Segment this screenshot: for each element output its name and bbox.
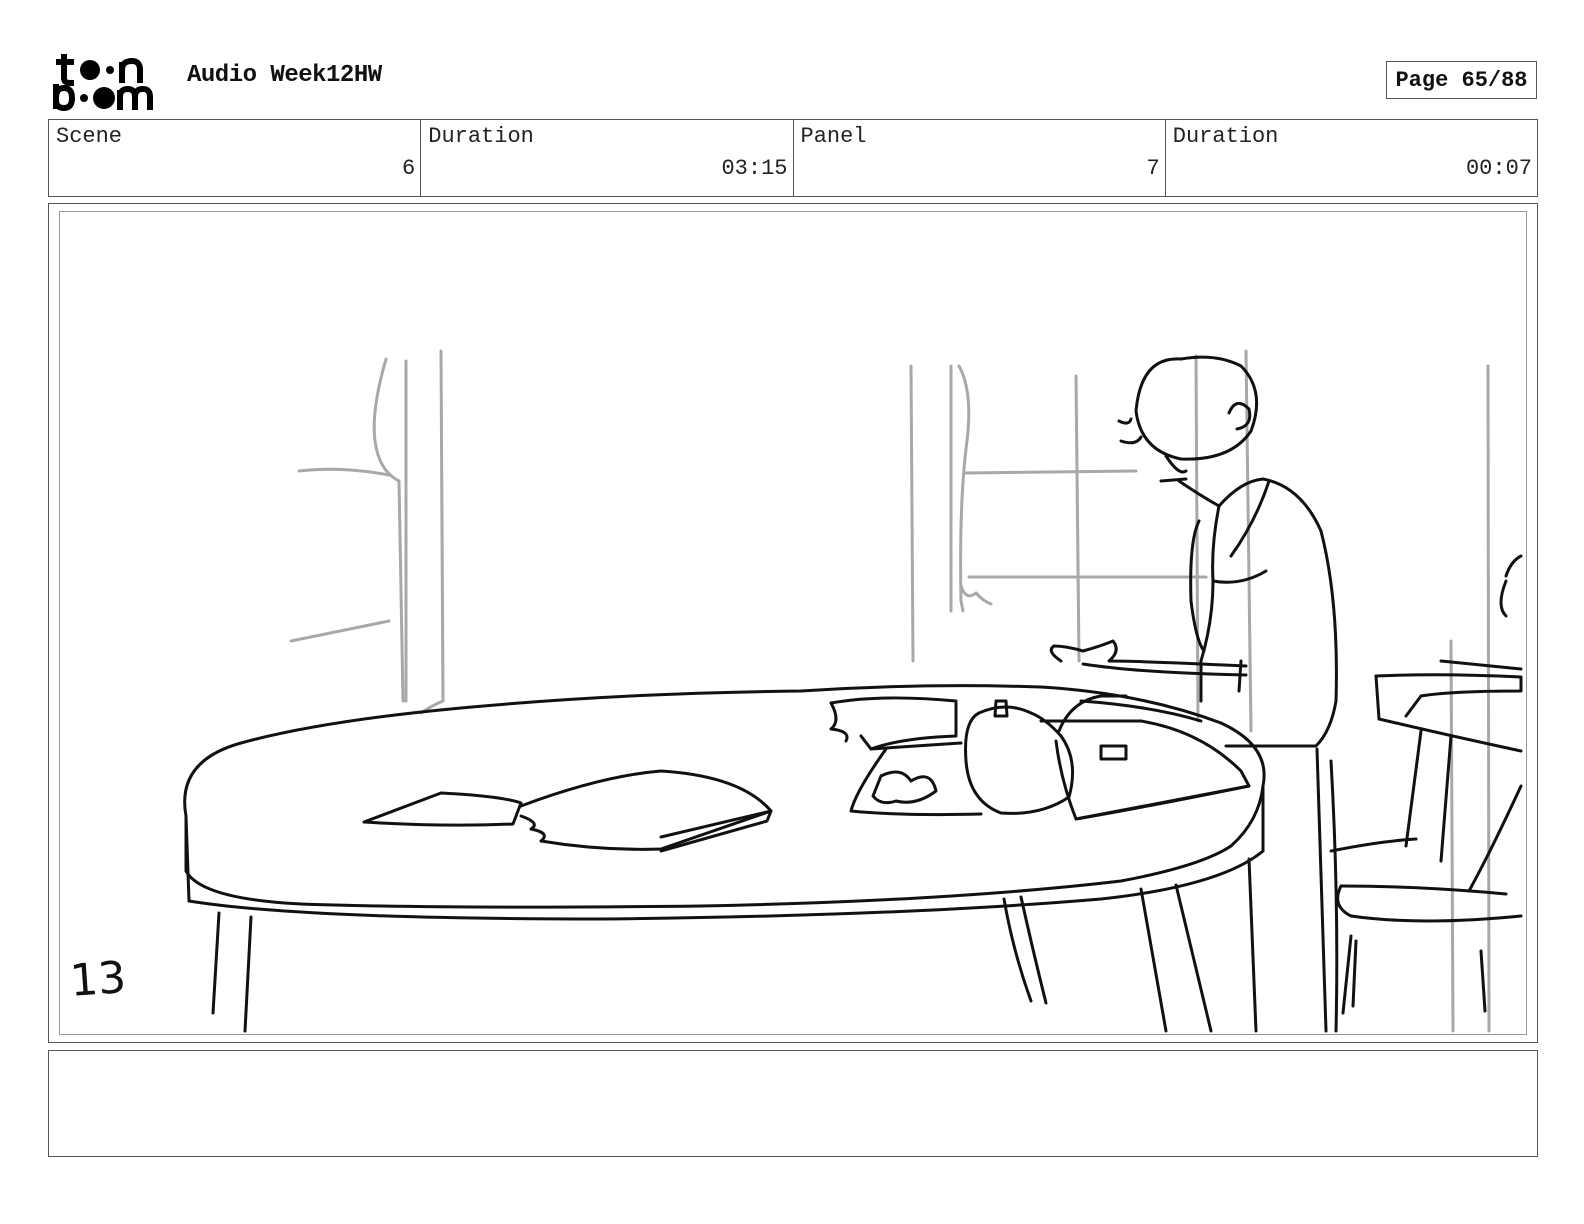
page-indicator: Page 65/88: [1386, 61, 1537, 99]
scene-duration-cell: Duration 03:15: [421, 120, 794, 196]
project-title: Audio Week12HW: [187, 62, 382, 89]
scene-cell: Scene 6: [49, 120, 422, 196]
toonboom-logo: [53, 54, 153, 112]
panel-image: 13: [59, 211, 1527, 1035]
scene-duration-label: Duration: [428, 124, 534, 149]
scene-label: Scene: [56, 124, 123, 149]
scene-duration-value: 03:15: [721, 156, 788, 181]
panel-duration-label: Duration: [1172, 124, 1279, 149]
scene-info-bar: Scene 6 Duration 03:15 Panel 7 Duration …: [48, 119, 1538, 197]
sketch-number: 13: [68, 952, 128, 1007]
caption-box[interactable]: [48, 1050, 1538, 1157]
scene-value: 6: [402, 156, 416, 181]
panel-value: 7: [1146, 156, 1160, 181]
storyboard-sketch-icon: [183, 349, 1523, 1033]
panel-duration-value: 00:07: [1465, 156, 1532, 181]
panel-duration-cell: Duration 00:07: [1166, 120, 1537, 196]
panel-label: Panel: [800, 124, 867, 149]
panel-cell: Panel 7: [794, 120, 1166, 196]
